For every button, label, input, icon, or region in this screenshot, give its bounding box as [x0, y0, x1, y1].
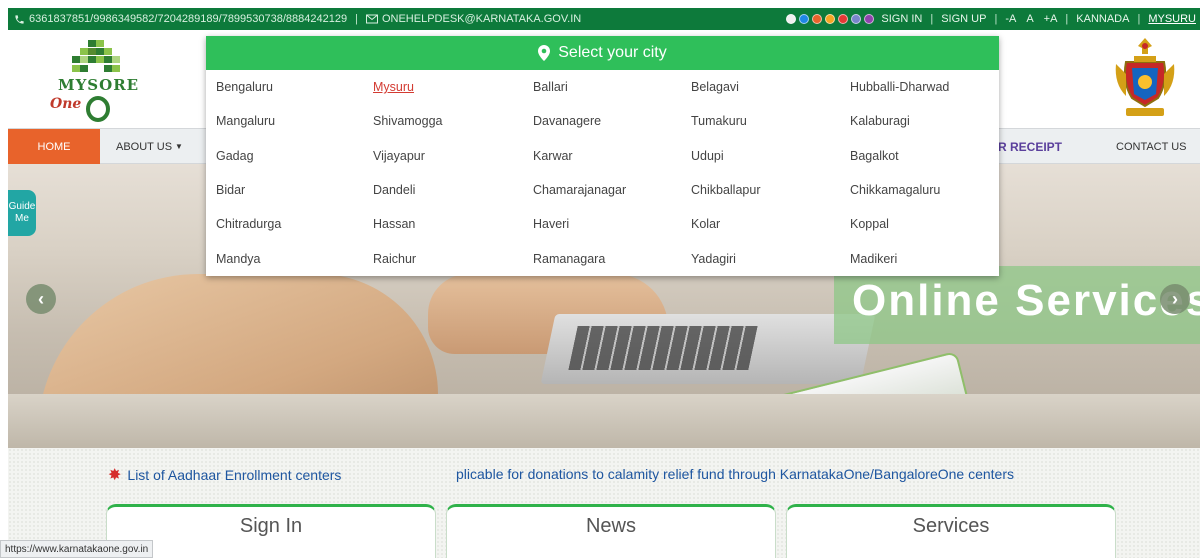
- mysore-one-logo[interactable]: MYSORE One: [48, 38, 138, 122]
- caret-down-icon: ▼: [175, 142, 183, 151]
- top-bar: 6361837851/9986349582/7204289189/7899530…: [8, 8, 1200, 30]
- city-option[interactable]: Vijayapur: [363, 139, 523, 173]
- theme-white-button[interactable]: [786, 14, 797, 24]
- browser-status-bar: https://www.karnatakaone.gov.in: [0, 540, 154, 558]
- city-option[interactable]: Bengaluru: [206, 70, 363, 104]
- theme-yellow-button[interactable]: [825, 14, 836, 24]
- city-option[interactable]: Bidar: [206, 173, 363, 207]
- logo-sub-text: One: [50, 96, 82, 112]
- city-option[interactable]: Chamarajanagar: [523, 173, 681, 207]
- city-option[interactable]: Haveri: [523, 207, 681, 241]
- language-link[interactable]: KANNADA: [1076, 13, 1129, 25]
- city-option[interactable]: Gadag: [206, 139, 363, 173]
- city-option[interactable]: Raichur: [363, 241, 523, 275]
- city-option[interactable]: Ballari: [523, 70, 681, 104]
- phone-numbers: 6361837851/9986349582/7204289189/7899530…: [8, 13, 347, 25]
- sign-in-card-title: Sign In: [239, 515, 303, 537]
- separator: |: [930, 13, 934, 25]
- guide-me-line1: Guide: [8, 201, 36, 212]
- hero-banner-text: Online Services: [852, 276, 1200, 325]
- font-normal-button[interactable]: A: [1026, 13, 1033, 25]
- theme-orange-button[interactable]: [812, 14, 823, 24]
- city-option[interactable]: Davanagere: [523, 104, 681, 138]
- nav-contact-us[interactable]: CONTACT US: [1116, 129, 1187, 164]
- services-card-title: Services: [912, 515, 990, 537]
- map-marker-icon: [538, 45, 551, 61]
- font-increase-button[interactable]: +A: [1044, 13, 1058, 25]
- carousel-next-button[interactable]: ›: [1160, 284, 1190, 314]
- karnataka-emblem-icon: [1112, 34, 1178, 120]
- new-star-icon: ✸: [108, 467, 122, 484]
- city-link[interactable]: MYSURU: [1148, 13, 1196, 25]
- news-card-title: News: [585, 515, 636, 537]
- ticker-item-2[interactable]: plicable for donations to calamity relie…: [456, 466, 1014, 482]
- city-selector-header: Select your city: [206, 36, 999, 70]
- theme-purple-button[interactable]: [864, 14, 875, 24]
- city-option[interactable]: Chikkamagaluru: [840, 173, 999, 207]
- hero-banner: Online Services: [834, 266, 1200, 344]
- city-option[interactable]: Koppal: [840, 207, 999, 241]
- news-ticker-section: ✸ List of Aadhaar Enrollment centers pli…: [8, 448, 1200, 558]
- city-option[interactable]: Shivamogga: [363, 104, 523, 138]
- city-option[interactable]: Hassan: [363, 207, 523, 241]
- city-option[interactable]: Mangaluru: [206, 104, 363, 138]
- logo-swoosh-icon: [86, 96, 110, 122]
- city-option[interactable]: Hubballi-Dharwad: [840, 70, 999, 104]
- font-decrease-button[interactable]: -A: [1005, 13, 1016, 25]
- nav-receipt[interactable]: R RECEIPT: [998, 129, 1062, 164]
- chevron-right-icon: ›: [1172, 288, 1178, 309]
- hero-image-table: [8, 394, 1200, 448]
- separator: |: [1137, 13, 1141, 25]
- city-selector-dropdown: Select your city Bengaluru Mysuru Ballari B…: [206, 36, 999, 276]
- city-selector-title: Select your city: [558, 44, 667, 61]
- nav-home[interactable]: HOME: [8, 129, 100, 164]
- separator: |: [355, 13, 358, 25]
- services-card[interactable]: Services: [786, 504, 1116, 558]
- news-card[interactable]: News: [446, 504, 776, 558]
- city-option[interactable]: Mandya: [206, 241, 363, 275]
- city-option[interactable]: Chikballapur: [681, 173, 840, 207]
- city-option[interactable]: Tumakuru: [681, 104, 840, 138]
- city-option[interactable]: Belagavi: [681, 70, 840, 104]
- guide-me-button[interactable]: Guide Me: [8, 190, 36, 236]
- theme-blue-button[interactable]: [799, 14, 810, 24]
- theme-lavender-button[interactable]: [851, 14, 862, 24]
- topbar-right: SIGN IN | SIGN UP | -A A +A | KANNADA | …: [786, 8, 1196, 30]
- city-option[interactable]: Madikeri: [840, 241, 999, 275]
- logo-text: MYSORE: [58, 76, 140, 94]
- chevron-left-icon: ‹: [38, 288, 44, 309]
- city-option[interactable]: Dandeli: [363, 173, 523, 207]
- phone-text: 6361837851/9986349582/7204289189/7899530…: [29, 13, 348, 25]
- city-option[interactable]: Yadagiri: [681, 241, 840, 275]
- city-option[interactable]: Chitradurga: [206, 207, 363, 241]
- carousel-prev-button[interactable]: ‹: [26, 284, 56, 314]
- city-option[interactable]: Bagalkot: [840, 139, 999, 173]
- city-option[interactable]: Kolar: [681, 207, 840, 241]
- city-option[interactable]: Udupi: [681, 139, 840, 173]
- sign-in-link[interactable]: SIGN IN: [881, 13, 922, 25]
- separator: |: [1065, 13, 1069, 25]
- sign-in-card[interactable]: Sign In: [106, 504, 436, 558]
- nav-about-label: ABOUT US: [116, 140, 173, 153]
- city-option[interactable]: Mysuru: [363, 70, 523, 104]
- nav-about-us[interactable]: ABOUT US ▼: [116, 129, 183, 164]
- phone-icon: [15, 14, 24, 24]
- city-option[interactable]: Ramanagara: [523, 241, 681, 275]
- ticker-item-1-text: List of Aadhaar Enrollment centers: [127, 467, 342, 483]
- email-link[interactable]: ONEHELPDESK@KARNATAKA.GOV.IN: [365, 13, 582, 25]
- separator: |: [994, 13, 998, 25]
- city-option[interactable]: Kalaburagi: [840, 104, 999, 138]
- email-text: ONEHELPDESK@KARNATAKA.GOV.IN: [381, 13, 582, 25]
- city-option[interactable]: Karwar: [523, 139, 681, 173]
- hero-image-keyboard: [568, 326, 758, 370]
- sign-up-link[interactable]: SIGN UP: [941, 13, 986, 25]
- city-grid: Bengaluru Mysuru Ballari Belagavi Hubballi-D…: [206, 70, 999, 276]
- mail-icon: [365, 14, 378, 24]
- tree-logo-icon: [72, 40, 120, 72]
- ticker-item-1[interactable]: ✸ List of Aadhaar Enrollment centers: [108, 464, 341, 486]
- theme-red-button[interactable]: [838, 14, 849, 24]
- guide-me-line2: Me: [15, 213, 29, 224]
